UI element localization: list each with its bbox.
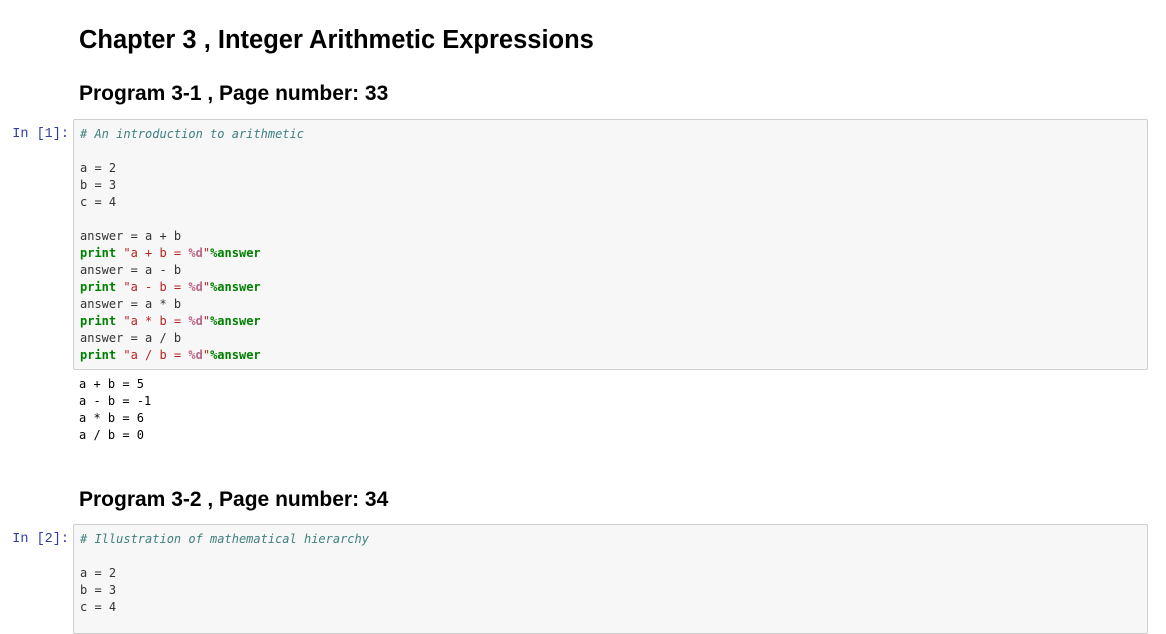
string-literal: ": [202, 314, 211, 328]
code-comment: # An introduction to arithmetic: [80, 127, 304, 141]
chapter-title: Chapter 3 , Integer Arithmetic Expressio…: [79, 26, 594, 54]
code-line: c = 4: [80, 600, 117, 614]
program-3-2-heading: Program 3-2 , Page number: 34: [79, 488, 389, 511]
code-line: a = 2: [80, 566, 117, 580]
print-keyword: print: [80, 280, 117, 294]
print-keyword: print: [80, 348, 117, 362]
code-line: a = 2: [80, 161, 117, 175]
format-operand: %answer: [210, 314, 261, 328]
string-literal: "a * b =: [123, 314, 189, 328]
string-literal: ": [202, 246, 211, 260]
output-line: a - b = -1: [79, 394, 152, 408]
format-spec: %d: [188, 280, 203, 294]
output-line: a * b = 6: [79, 411, 145, 425]
code-line: answer = a * b: [80, 297, 182, 311]
string-literal: ": [202, 348, 211, 362]
code-cell-1-source[interactable]: # An introduction to arithmetic a = 2 b = …: [74, 120, 1147, 364]
format-operand: %answer: [210, 280, 261, 294]
print-keyword: print: [80, 314, 117, 328]
format-spec: %d: [188, 348, 203, 362]
cell-1-output: a + b = 5 a - b = -1 a * b = 6 a / b = 0: [79, 376, 151, 444]
code-cell-2-source[interactable]: # Illustration of mathematical hierarchy…: [74, 525, 1147, 616]
code-cell-1[interactable]: # An introduction to arithmetic a = 2 b = …: [73, 119, 1148, 370]
string-literal: "a + b =: [123, 246, 189, 260]
format-spec: %d: [188, 314, 203, 328]
format-spec: %d: [188, 246, 203, 260]
format-operand: %answer: [210, 348, 261, 362]
program-3-1-heading: Program 3-1 , Page number: 33: [79, 82, 389, 105]
code-line: answer = a / b: [80, 331, 182, 345]
code-comment: # Illustration of mathematical hierarchy: [80, 532, 369, 546]
code-cell-2[interactable]: # Illustration of mathematical hierarchy…: [73, 524, 1148, 634]
string-literal: ": [202, 280, 211, 294]
string-literal: "a / b =: [123, 348, 189, 362]
string-literal: "a - b =: [123, 280, 189, 294]
cell-2-prompt: In [2]:: [12, 532, 69, 547]
code-line: answer = a - b: [80, 263, 182, 277]
print-keyword: print: [80, 246, 117, 260]
format-operand: %answer: [210, 246, 261, 260]
code-line: c = 4: [80, 195, 117, 209]
output-line: a + b = 5: [79, 377, 145, 391]
output-line: a / b = 0: [79, 428, 145, 442]
code-line: b = 3: [80, 178, 117, 192]
cell-1-prompt: In [1]:: [12, 127, 69, 142]
code-line: b = 3: [80, 583, 117, 597]
code-line: answer = a + b: [80, 229, 182, 243]
